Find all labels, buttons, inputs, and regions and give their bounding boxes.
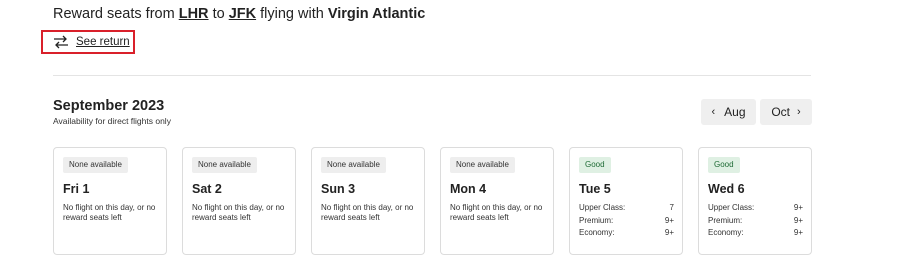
destination-airport-link[interactable]: JFK [229, 6, 256, 22]
day-label: Fri 1 [63, 182, 90, 196]
seat-row: Economy: 9+ [579, 227, 674, 240]
day-card[interactable]: None available Mon 4 No flight on this d… [440, 147, 554, 255]
day-card[interactable]: Good Wed 6 Upper Class: 9+ Premium: 9+ E… [698, 147, 812, 255]
cabin-label: Economy: [579, 228, 615, 237]
see-return-link[interactable]: See return [41, 30, 135, 54]
heading-flying-with: flying with [260, 6, 324, 22]
seat-count: 9+ [664, 215, 674, 225]
cabin-label: Premium: [708, 215, 743, 225]
seat-count: 9+ [793, 203, 803, 212]
day-label: Mon 4 [450, 182, 487, 196]
day-card[interactable]: None available Sat 2 No flight on this d… [182, 147, 296, 255]
chevron-left-icon: ‹ [711, 106, 716, 118]
cabin-label: Upper Class: [708, 203, 755, 212]
prev-month-button[interactable]: ‹ Aug [701, 99, 756, 125]
seat-row: Economy: 9+ [708, 227, 803, 240]
day-label: Tue 5 [579, 182, 611, 196]
day-label: Sun 3 [321, 182, 356, 196]
swap-arrows-icon [53, 35, 69, 49]
seat-row: Premium: 9+ [708, 215, 803, 228]
day-card[interactable]: None available Fri 1 No flight on this d… [53, 147, 167, 255]
day-card[interactable]: Good Tue 5 Upper Class: 7 Premium: 9+ Ec… [569, 147, 683, 255]
seat-list: Upper Class: 9+ Premium: 9+ Economy: 9+ [708, 202, 803, 240]
section-divider [53, 75, 811, 76]
availability-note: Availability for direct flights only [53, 116, 171, 126]
no-seats-note: No flight on this day, or no reward seat… [192, 203, 285, 222]
availability-badge: Good [579, 157, 611, 173]
day-card[interactable]: None available Sun 3 No flight on this d… [311, 147, 425, 255]
seat-list: Upper Class: 7 Premium: 9+ Economy: 9+ [579, 202, 674, 240]
month-title: September 2023 [53, 98, 165, 114]
chevron-right-icon: › [797, 106, 801, 118]
next-month-button[interactable]: Oct › [760, 99, 812, 125]
seat-count: 7 [669, 203, 674, 212]
availability-badge: None available [192, 157, 257, 173]
route-heading: Reward seats from LHR to JFK flying with… [53, 6, 425, 22]
availability-badge: None available [321, 157, 386, 173]
seat-row: Upper Class: 7 [579, 202, 674, 215]
day-label: Wed 6 [708, 182, 745, 196]
prev-month-label: Aug [724, 105, 746, 119]
availability-badge: None available [63, 157, 128, 173]
cabin-label: Premium: [579, 215, 614, 225]
no-seats-note: No flight on this day, or no reward seat… [450, 203, 543, 222]
seat-row: Premium: 9+ [579, 215, 674, 228]
availability-badge: Good [708, 157, 740, 173]
seat-count: 9+ [664, 228, 674, 237]
next-month-label: Oct [771, 105, 790, 119]
heading-prefix: Reward seats from [53, 6, 175, 22]
origin-airport-link[interactable]: LHR [179, 6, 209, 22]
cabin-label: Economy: [708, 228, 744, 237]
see-return-label: See return [76, 36, 130, 48]
airline-name: Virgin Atlantic [327, 6, 426, 22]
cabin-label: Upper Class: [579, 203, 626, 212]
availability-badge: None available [450, 157, 515, 173]
no-seats-note: No flight on this day, or no reward seat… [63, 203, 156, 222]
no-seats-note: No flight on this day, or no reward seat… [321, 203, 414, 222]
seat-count: 9+ [793, 215, 803, 225]
heading-to: to [212, 6, 225, 22]
seat-row: Upper Class: 9+ [708, 202, 803, 215]
seat-count: 9+ [793, 228, 803, 237]
day-label: Sat 2 [192, 182, 222, 196]
